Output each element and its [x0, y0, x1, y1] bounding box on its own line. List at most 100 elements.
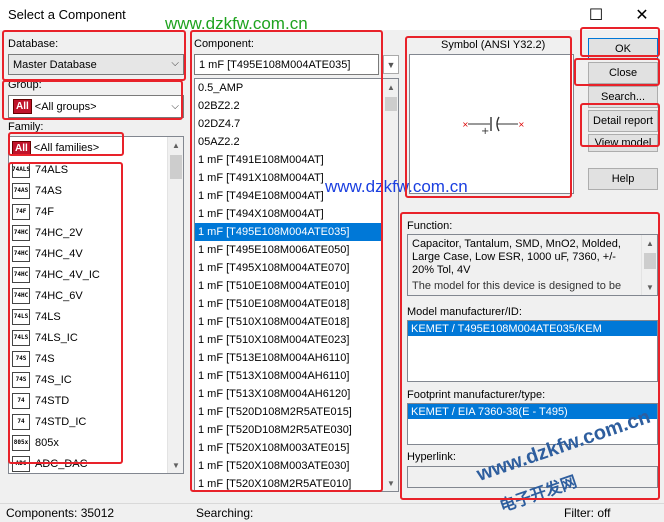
component-item[interactable]: 1 mF [T495E108M004ATE035]	[195, 223, 398, 241]
family-item[interactable]: 805x 805x	[9, 432, 183, 453]
scroll-up-icon[interactable]: ▲	[383, 79, 398, 95]
family-item[interactable]: 74ALS 74ALS	[9, 159, 183, 180]
logic-gate-icon: 74S	[12, 371, 30, 388]
model-manufacturer-list[interactable]: KEMET / T495E108M004ATE035/KEM	[407, 320, 658, 382]
logic-gate-icon: 74S	[12, 350, 30, 367]
symbol-preview: + × ×	[409, 54, 574, 194]
family-item-label: 74S	[35, 352, 55, 365]
component-item[interactable]: 05AZ2.2	[195, 133, 398, 151]
maximize-button[interactable]: ☐	[576, 2, 616, 28]
logic-gate-icon: 74HC	[12, 245, 30, 262]
logic-gate-icon: 74AS	[12, 182, 30, 199]
component-item[interactable]: 1 mF [T495E108M006ATE050]	[195, 241, 398, 259]
family-item-all[interactable]: All <All families>	[9, 137, 183, 159]
model-manufacturer-item[interactable]: KEMET / T495E108M004ATE035/KEM	[408, 321, 657, 336]
logic-gate-icon: ADC	[12, 455, 30, 472]
scroll-thumb[interactable]	[170, 155, 182, 179]
component-item[interactable]: 1 mF [T520X108M2R5ATE010]	[195, 475, 398, 491]
close-window-button[interactable]: ✕	[622, 2, 662, 28]
family-item[interactable]: 74F 74F	[9, 201, 183, 222]
scroll-up-icon[interactable]: ▲	[642, 235, 657, 251]
family-item-label: 74HC_4V	[35, 247, 83, 260]
database-select[interactable]: Master Database ⌵	[8, 54, 184, 75]
scroll-down-icon[interactable]: ▼	[168, 457, 183, 473]
search-button[interactable]: Search...	[588, 86, 658, 108]
family-item[interactable]: 74S 74S	[9, 348, 183, 369]
component-item[interactable]: 1 mF [T520X108M003ATE015]	[195, 439, 398, 457]
family-item-label: 74HC_4V_IC	[35, 268, 100, 281]
detail-report-button[interactable]: Detail report	[588, 110, 658, 132]
component-item[interactable]: 1 mF [T495X108M004ATE070]	[195, 259, 398, 277]
ok-button[interactable]: OK	[588, 38, 658, 60]
component-item[interactable]: 1 mF [T520D108M2R5ATE015]	[195, 403, 398, 421]
group-label: Group:	[8, 79, 42, 91]
component-item[interactable]: 1 mF [T513X108M004AH6110]	[195, 367, 398, 385]
family-item[interactable]: 74LS 74LS_IC	[9, 327, 183, 348]
component-list[interactable]: 0.5_AMP 02BZ2.2 02DZ4.7 05AZ2.2 1 mF [T491E1…	[194, 78, 399, 492]
close-button[interactable]: Close	[588, 62, 658, 84]
logic-gate-icon: 74F	[12, 203, 30, 220]
component-item[interactable]: 1 mF [T520X108M003ATE030]	[195, 457, 398, 475]
family-item-label: 74ALS	[35, 163, 69, 176]
component-item[interactable]: 1 mF [T510X108M004ATE023]	[195, 331, 398, 349]
window-title: Select a Component	[8, 7, 126, 22]
family-item[interactable]: 74HC 74HC_4V	[9, 243, 183, 264]
family-list[interactable]: All <All families> 74ALS 74ALS 74AS 74AS 74F…	[8, 136, 184, 474]
component-item[interactable]: 1 mF [T491E108M004AT]	[195, 151, 398, 169]
component-item[interactable]: 0.5_AMP	[195, 79, 398, 97]
chevron-down-icon: ⌵	[171, 101, 179, 112]
logic-gate-icon: 74	[12, 392, 30, 409]
logic-gate-icon: 74HC	[12, 224, 30, 241]
scroll-thumb[interactable]	[385, 97, 397, 111]
component-item[interactable]: 02DZ4.7	[195, 115, 398, 133]
component-item[interactable]: 1 mF [T510E108M004ATE018]	[195, 295, 398, 313]
component-item[interactable]: 1 mF [T510E108M004ATE010]	[195, 277, 398, 295]
symbol-label: Symbol (ANSI Y32.2)	[441, 39, 546, 51]
scroll-thumb[interactable]	[644, 253, 656, 269]
function-scrollbar[interactable]: ▲ ▼	[641, 235, 657, 295]
family-item-label: 74LS_IC	[35, 331, 78, 344]
filter-icon[interactable]: ▼	[383, 55, 399, 74]
component-item[interactable]: 1 mF [T513X108M004AH6120]	[195, 385, 398, 403]
family-item-label: 74F	[35, 205, 54, 218]
svg-text:×: ×	[518, 120, 525, 129]
family-item[interactable]: 74HC 74HC_4V_IC	[9, 264, 183, 285]
component-search-value: 1 mF [T495E108M004ATE035]	[199, 58, 351, 71]
maximize-icon: ☐	[588, 7, 604, 24]
family-item-label: 74LS	[35, 310, 61, 323]
all-badge-icon: All	[13, 99, 32, 114]
all-badge-icon: All	[12, 140, 31, 156]
component-item[interactable]: 1 mF [T513E108M004AH6110]	[195, 349, 398, 367]
component-scrollbar[interactable]: ▲ ▼	[382, 79, 398, 491]
family-item[interactable]: 74HC 74HC_6V	[9, 285, 183, 306]
watermark-top: www.dzkfw.com.cn	[165, 14, 308, 33]
svg-text:+: +	[481, 126, 489, 137]
group-select[interactable]: All <All groups> ⌵	[8, 95, 184, 118]
function-text: Capacitor, Tantalum, SMD, MnO2, Molded, …	[412, 238, 621, 276]
help-button[interactable]: Help	[588, 168, 658, 190]
scroll-down-icon[interactable]: ▼	[642, 279, 657, 295]
scroll-up-icon[interactable]: ▲	[168, 137, 183, 153]
family-item[interactable]: 74 74STD	[9, 390, 183, 411]
component-item[interactable]: 1 mF [T510X108M004ATE018]	[195, 313, 398, 331]
capacitor-symbol-icon: + × ×	[462, 116, 525, 137]
logic-gate-icon: 74	[12, 413, 30, 430]
family-item-label: <All families>	[33, 142, 100, 154]
family-item[interactable]: 74S 74S_IC	[9, 369, 183, 390]
view-model-button[interactable]: View model	[588, 134, 658, 152]
scroll-down-icon[interactable]: ▼	[383, 475, 398, 491]
component-item[interactable]: 02BZ2.2	[195, 97, 398, 115]
component-search-input[interactable]: 1 mF [T495E108M004ATE035]	[194, 54, 379, 75]
family-item-label: 74STD_IC	[35, 415, 87, 428]
component-item[interactable]: 1 mF [T494X108M004AT]	[195, 205, 398, 223]
family-item[interactable]: 74HC 74HC_2V	[9, 222, 183, 243]
family-scrollbar[interactable]: ▲ ▼	[167, 137, 183, 473]
family-item[interactable]: 74 74STD_IC	[9, 411, 183, 432]
family-item[interactable]: 74AS 74AS	[9, 180, 183, 201]
component-item[interactable]: 1 mF [T520D108M2R5ATE030]	[195, 421, 398, 439]
close-icon: ✕	[635, 7, 649, 24]
chevron-down-icon: ⌵	[171, 58, 179, 69]
family-item[interactable]: ADC ADC_DAC	[9, 453, 183, 473]
hyperlink-label: Hyperlink:	[407, 451, 456, 463]
family-item[interactable]: 74LS 74LS	[9, 306, 183, 327]
